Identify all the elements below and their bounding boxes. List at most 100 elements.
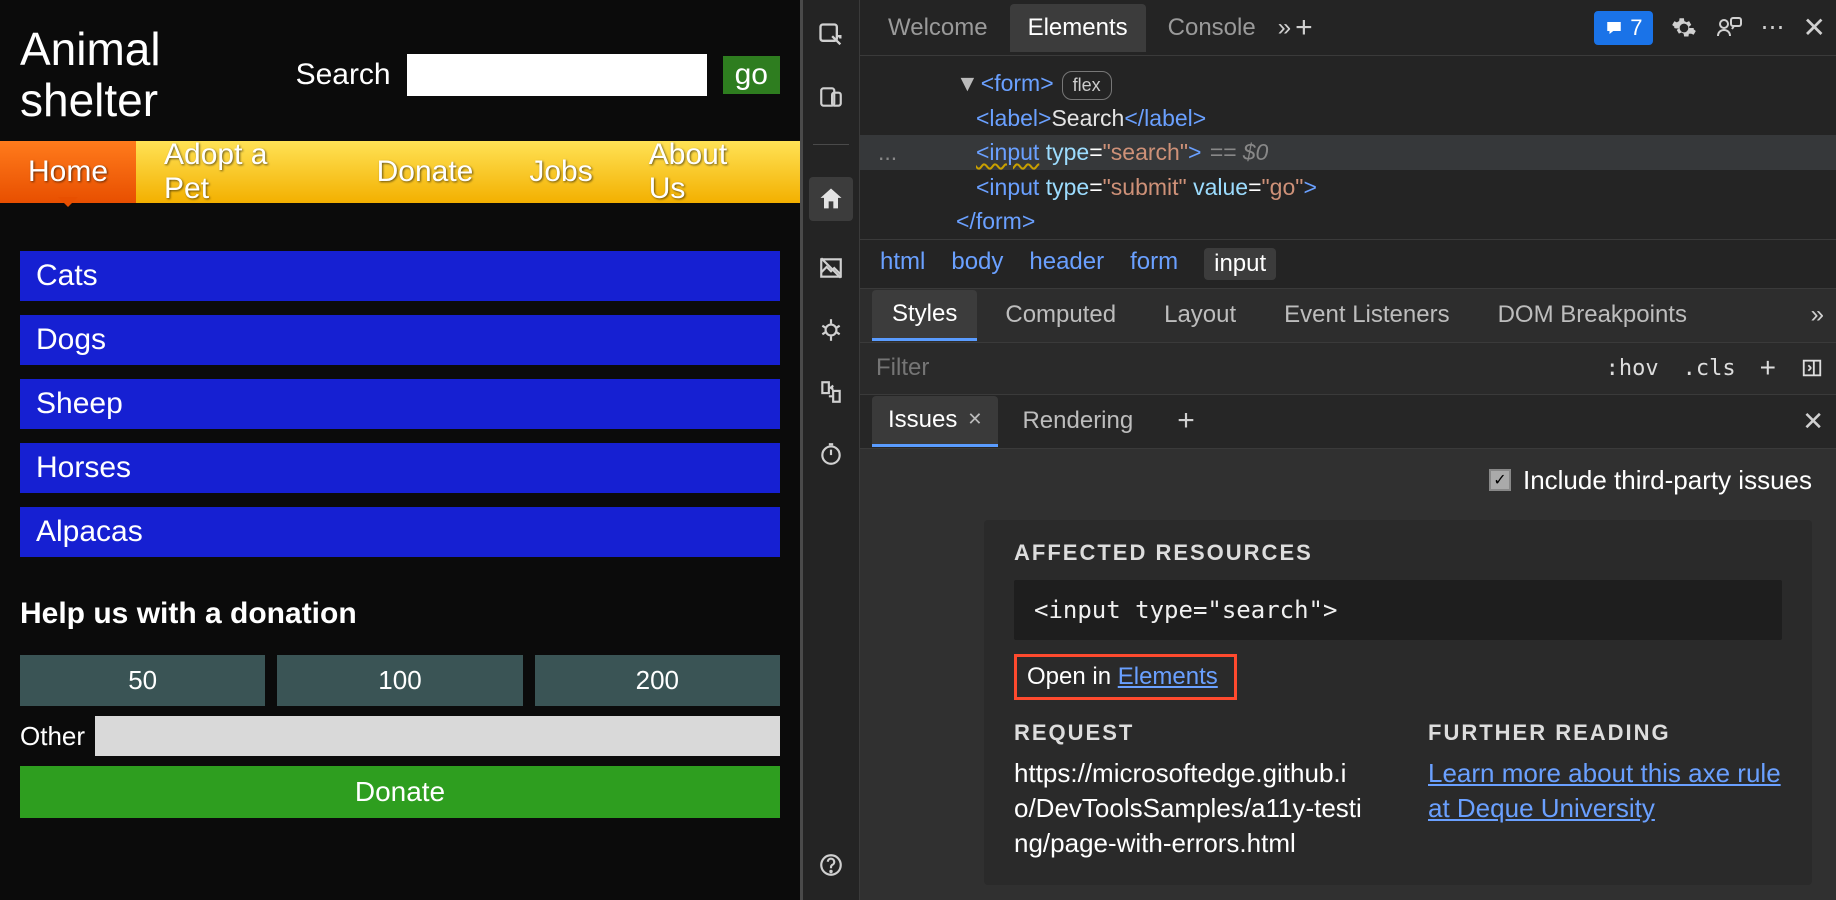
hov-toggle[interactable]: :hov <box>1594 356 1671 381</box>
help-icon[interactable] <box>816 850 846 880</box>
more-icon[interactable]: ⋯ <box>1761 13 1785 42</box>
dom-line[interactable]: ▼<form>flex <box>860 66 1836 101</box>
drawer-tabs: Issues ✕ Rendering + ✕ <box>860 395 1836 449</box>
site-header: Animal shelter Search go <box>0 0 800 141</box>
further-reading-column: FURTHER READING Learn more about this ax… <box>1428 720 1782 861</box>
search-submit-button[interactable]: go <box>723 56 780 94</box>
crumb[interactable]: body <box>951 248 1003 280</box>
nav-donate[interactable]: Donate <box>349 141 502 203</box>
feedback-icon[interactable] <box>1715 15 1743 41</box>
search-input[interactable] <box>407 54 707 96</box>
more-styles-tabs-icon[interactable]: » <box>1811 301 1824 329</box>
chat-icon <box>1604 19 1624 37</box>
new-style-rule-icon[interactable]: + <box>1748 352 1788 384</box>
donate-button[interactable]: Donate <box>20 766 780 818</box>
list-item[interactable]: Alpacas <box>20 507 780 557</box>
divider <box>813 144 849 145</box>
main-nav: Home Adopt a Pet Donate Jobs About Us <box>0 141 800 203</box>
request-url: https://microsoftedge.github.io/DevTools… <box>1014 756 1368 861</box>
include-label: Include third-party issues <box>1523 465 1812 496</box>
dom-line-selected[interactable]: <input type="search">== $0 <box>860 135 1836 170</box>
tab-welcome[interactable]: Welcome <box>870 4 1006 52</box>
crumb[interactable]: form <box>1130 248 1178 280</box>
tab-dom-breakpoints[interactable]: DOM Breakpoints <box>1478 291 1707 339</box>
devtools-top-tabs: Welcome Elements Console » + 7 ⋯ <box>860 0 1836 56</box>
tab-layout[interactable]: Layout <box>1144 291 1256 339</box>
dom-line[interactable]: </form> <box>860 204 1836 239</box>
amount-button[interactable]: 50 <box>20 655 265 706</box>
close-drawer-icon[interactable]: ✕ <box>1802 406 1824 437</box>
settings-icon[interactable] <box>1671 15 1697 41</box>
nav-adopt[interactable]: Adopt a Pet <box>136 141 349 203</box>
affected-element-code: <input type="search"> <box>1014 580 1782 640</box>
website-pane: Animal shelter Search go Home Adopt a Pe… <box>0 0 800 900</box>
add-tab-icon[interactable]: + <box>1295 11 1313 45</box>
app-root: Animal shelter Search go Home Adopt a Pe… <box>0 0 1836 900</box>
issues-panel: ✓ Include third-party issues AFFECTED RE… <box>860 449 1836 900</box>
issues-badge[interactable]: 7 <box>1594 11 1652 45</box>
include-checkbox[interactable]: ✓ <box>1489 469 1511 491</box>
donation-title: Help us with a donation <box>20 597 780 631</box>
tab-elements[interactable]: Elements <box>1010 4 1146 52</box>
crumb[interactable]: header <box>1029 248 1104 280</box>
list-item[interactable]: Cats <box>20 251 780 301</box>
nav-about[interactable]: About Us <box>621 141 800 203</box>
flex-badge[interactable]: flex <box>1062 71 1112 100</box>
include-third-party-row: ✓ Include third-party issues <box>884 449 1812 520</box>
network-conditions-icon[interactable] <box>816 377 846 407</box>
close-devtools-icon[interactable]: ✕ <box>1803 11 1826 44</box>
tab-console[interactable]: Console <box>1150 4 1274 52</box>
bug-icon[interactable] <box>816 315 846 345</box>
tab-issues[interactable]: Issues ✕ <box>872 396 998 447</box>
nav-jobs[interactable]: Jobs <box>501 141 620 203</box>
site-title: Animal shelter <box>20 24 296 125</box>
top-tabs-right: 7 ⋯ ✕ <box>1594 11 1826 45</box>
other-row: Other <box>20 716 780 756</box>
dom-tree[interactable]: ▼<form>flex <label>Search</label> <input… <box>860 56 1836 239</box>
image-tool-icon[interactable] <box>816 253 846 283</box>
issues-count: 7 <box>1630 15 1642 41</box>
tab-rendering[interactable]: Rendering <box>1006 397 1149 445</box>
styles-filter-row: :hov .cls + <box>860 343 1836 395</box>
inspect-icon[interactable] <box>816 20 846 50</box>
animal-list: Cats Dogs Sheep Horses Alpacas <box>0 203 800 567</box>
devtools-main: Welcome Elements Console » + 7 ⋯ <box>860 0 1836 900</box>
tab-issues-label: Issues <box>888 406 957 434</box>
other-input[interactable] <box>95 716 780 756</box>
amount-row: 50 100 200 <box>20 655 780 706</box>
issue-columns: REQUEST https://microsoftedge.github.io/… <box>1014 720 1782 861</box>
list-item[interactable]: Dogs <box>20 315 780 365</box>
performance-icon[interactable] <box>816 439 846 469</box>
donation-section: Help us with a donation 50 100 200 Other… <box>0 567 800 848</box>
styles-filter-input[interactable] <box>860 354 1594 382</box>
dom-line[interactable]: <input type="submit" value="go"> <box>860 170 1836 205</box>
open-in-elements: Open in Elements <box>1014 654 1237 700</box>
further-reading-link[interactable]: Learn more about this axe rule at Deque … <box>1428 756 1782 826</box>
device-icon[interactable] <box>816 82 846 112</box>
amount-button[interactable]: 100 <box>277 655 522 706</box>
tab-event-listeners[interactable]: Event Listeners <box>1264 291 1469 339</box>
toggle-computed-sidebar-icon[interactable] <box>1788 357 1836 379</box>
request-title: REQUEST <box>1014 720 1368 746</box>
list-item[interactable]: Sheep <box>20 379 780 429</box>
console-ref: == $0 <box>1209 139 1268 165</box>
add-drawer-tab-icon[interactable]: + <box>1177 404 1195 438</box>
other-label: Other <box>20 721 85 752</box>
tab-computed[interactable]: Computed <box>985 291 1136 339</box>
welcome-tool-icon[interactable] <box>809 177 853 221</box>
cls-toggle[interactable]: .cls <box>1671 356 1748 381</box>
list-item[interactable]: Horses <box>20 443 780 493</box>
open-in-elements-link[interactable]: Elements <box>1118 663 1218 690</box>
dom-line[interactable]: <label>Search</label> <box>860 101 1836 136</box>
crumb-current[interactable]: input <box>1204 248 1276 280</box>
crumb[interactable]: html <box>880 248 925 280</box>
nav-home[interactable]: Home <box>0 141 136 203</box>
tab-styles[interactable]: Styles <box>872 290 977 341</box>
more-tabs-icon[interactable]: » <box>1278 14 1291 42</box>
search-form: Search go <box>296 54 780 96</box>
devtools-pane: Welcome Elements Console » + 7 ⋯ <box>800 0 1836 900</box>
issue-details-card: AFFECTED RESOURCES <input type="search">… <box>984 520 1812 885</box>
amount-button[interactable]: 200 <box>535 655 780 706</box>
close-tab-icon[interactable]: ✕ <box>967 409 982 430</box>
search-label: Search <box>296 58 391 92</box>
